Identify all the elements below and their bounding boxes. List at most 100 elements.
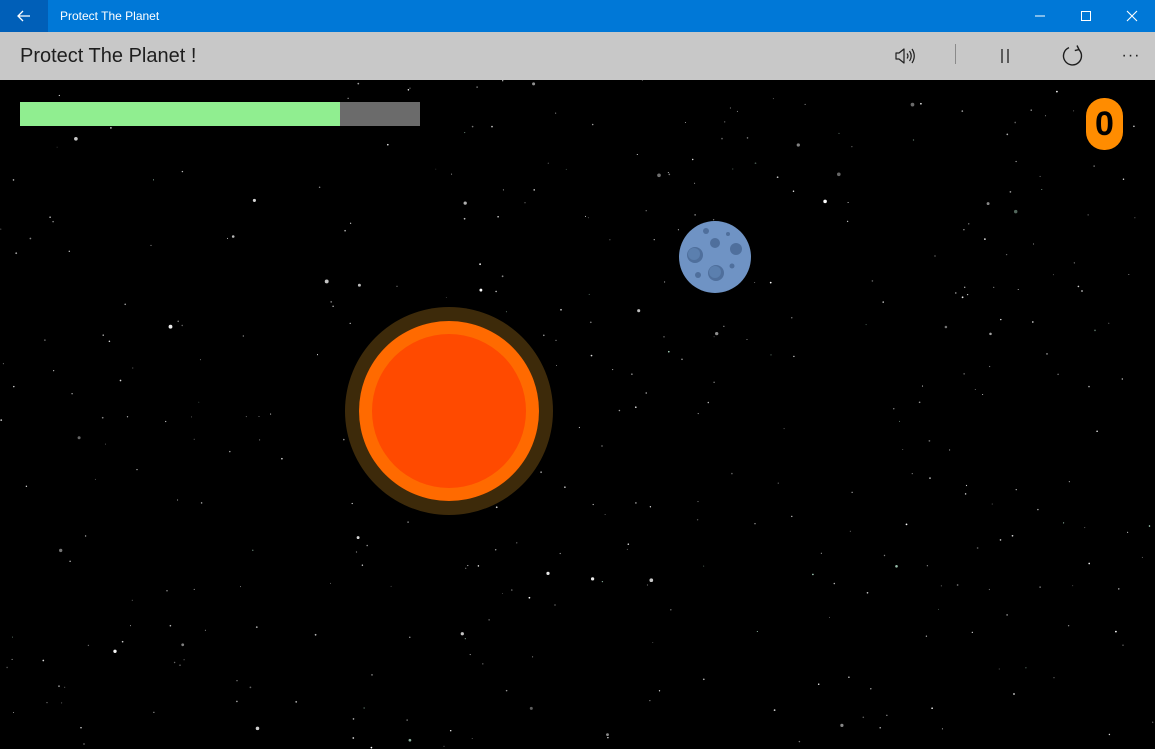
star bbox=[556, 364, 557, 366]
asteroid-crater bbox=[709, 266, 721, 278]
star bbox=[532, 82, 536, 86]
star bbox=[649, 506, 652, 508]
game-canvas[interactable]: 0 bbox=[0, 80, 1155, 749]
star bbox=[445, 297, 447, 299]
star bbox=[791, 317, 793, 319]
close-button[interactable] bbox=[1109, 0, 1155, 32]
star bbox=[58, 94, 60, 97]
minimize-button[interactable] bbox=[1017, 0, 1063, 32]
star bbox=[963, 229, 965, 231]
star bbox=[1011, 534, 1014, 537]
star bbox=[132, 367, 134, 369]
star bbox=[1057, 373, 1059, 376]
star bbox=[177, 320, 179, 323]
star bbox=[976, 547, 979, 549]
star bbox=[702, 678, 705, 681]
star bbox=[314, 633, 317, 636]
star bbox=[626, 548, 628, 550]
star bbox=[355, 551, 358, 553]
planet[interactable] bbox=[345, 307, 553, 515]
back-button[interactable] bbox=[0, 0, 48, 32]
star bbox=[668, 173, 671, 176]
star bbox=[796, 143, 800, 147]
star bbox=[101, 416, 104, 419]
star bbox=[153, 179, 154, 181]
star bbox=[883, 554, 886, 557]
asteroid-crater bbox=[688, 248, 700, 260]
star bbox=[1121, 378, 1123, 380]
star bbox=[879, 726, 881, 729]
star bbox=[833, 582, 836, 585]
star bbox=[902, 448, 904, 451]
star bbox=[925, 635, 928, 637]
star bbox=[691, 158, 694, 161]
star bbox=[11, 658, 13, 660]
star bbox=[724, 121, 726, 123]
command-separator bbox=[955, 44, 956, 64]
restart-button[interactable] bbox=[1051, 32, 1095, 80]
star bbox=[13, 385, 15, 388]
star bbox=[443, 745, 445, 747]
star bbox=[934, 255, 936, 257]
star bbox=[495, 290, 497, 293]
star bbox=[110, 127, 112, 129]
star bbox=[1088, 385, 1090, 388]
star bbox=[559, 552, 561, 555]
star bbox=[49, 216, 51, 218]
command-bar: Protect The Planet ! ··· bbox=[0, 32, 1155, 80]
star bbox=[366, 544, 368, 547]
star bbox=[918, 401, 921, 404]
star bbox=[2, 363, 4, 365]
star bbox=[1127, 531, 1129, 533]
star bbox=[588, 293, 590, 295]
star bbox=[56, 146, 58, 148]
star bbox=[361, 564, 364, 566]
star bbox=[449, 729, 452, 732]
star bbox=[926, 565, 929, 567]
more-button[interactable]: ··· bbox=[1109, 32, 1153, 80]
star bbox=[245, 416, 247, 418]
star bbox=[1087, 214, 1089, 216]
star bbox=[183, 659, 185, 661]
star bbox=[746, 339, 748, 340]
star bbox=[848, 676, 850, 679]
star bbox=[42, 659, 45, 662]
star bbox=[871, 280, 874, 282]
star bbox=[177, 499, 179, 501]
pause-button[interactable] bbox=[983, 32, 1027, 80]
star bbox=[649, 700, 651, 702]
speaker-icon bbox=[895, 48, 915, 64]
star bbox=[713, 381, 715, 384]
star bbox=[396, 285, 398, 287]
star bbox=[1025, 667, 1027, 669]
star bbox=[357, 82, 360, 85]
star bbox=[532, 656, 534, 658]
star bbox=[371, 674, 373, 676]
star bbox=[349, 222, 352, 224]
star bbox=[986, 202, 990, 206]
star bbox=[165, 420, 167, 423]
maximize-button[interactable] bbox=[1063, 0, 1109, 32]
asteroid[interactable] bbox=[678, 220, 754, 296]
sound-button[interactable] bbox=[883, 32, 927, 80]
star bbox=[1053, 677, 1055, 679]
star bbox=[0, 419, 3, 421]
star bbox=[851, 146, 853, 148]
star bbox=[476, 86, 478, 88]
star bbox=[94, 478, 96, 480]
star bbox=[964, 286, 966, 288]
star bbox=[965, 484, 968, 487]
star bbox=[1094, 329, 1096, 332]
star bbox=[804, 103, 806, 105]
close-icon bbox=[1126, 10, 1138, 22]
star bbox=[578, 426, 580, 429]
planet-core bbox=[372, 334, 526, 488]
star bbox=[259, 439, 261, 441]
star bbox=[929, 477, 931, 479]
star bbox=[703, 565, 705, 567]
star bbox=[1115, 630, 1117, 633]
star bbox=[606, 733, 609, 737]
star bbox=[58, 685, 60, 688]
star bbox=[989, 332, 992, 336]
star bbox=[604, 513, 606, 515]
